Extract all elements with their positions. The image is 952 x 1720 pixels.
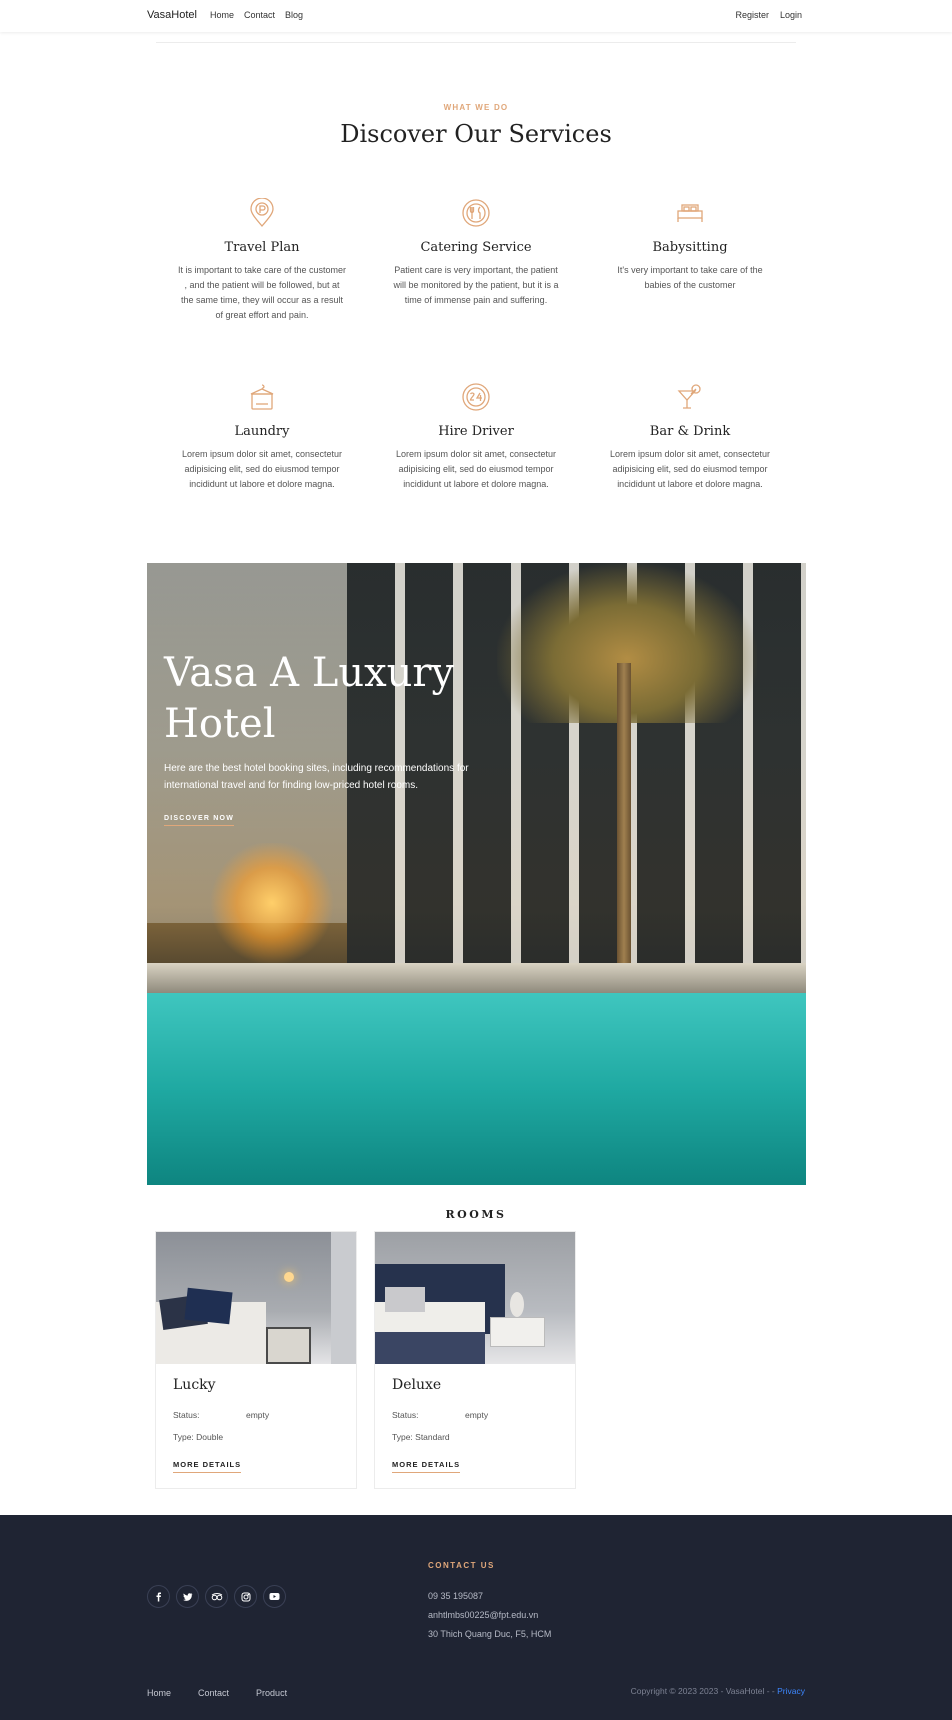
service-name: Babysitting [652,240,728,255]
service-desc: It's very important to take care of the … [617,265,763,290]
privacy-link[interactable]: Privacy [777,1686,805,1696]
rooms-title: ROOMS [445,1208,507,1221]
service-laundry: Laundry Lorem ipsum dolor sit amet, cons… [177,382,347,492]
service-bar-drink: Bar & Drink Lorem ipsum dolor sit amet, … [605,382,775,492]
service-travel-plan: Travel Plan It is important to take care… [177,197,347,323]
hero-description: Here are the best hotel booking sites, i… [164,763,469,791]
service-name: Travel Plan [224,240,300,255]
instagram-icon[interactable] [234,1585,257,1608]
service-name: Hire Driver [438,424,514,439]
youtube-icon[interactable] [263,1585,286,1608]
room-card-lucky[interactable]: Lucky Status: empty Type: Double MORE DE… [155,1231,357,1489]
24-hours-icon [461,382,491,412]
contact-phone[interactable]: 09 35 195087 [428,1591,483,1601]
hero-title: Vasa A Luxury Hotel [164,650,455,747]
room-status-value: empty [465,1410,489,1420]
service-desc: It is important to take care of the cust… [177,265,347,320]
room-card-deluxe[interactable]: Deluxe Status: empty Type: Standard MORE… [374,1231,576,1489]
service-name: Bar & Drink [649,424,731,439]
service-babysitting: Babysitting It's very important to take … [605,198,775,293]
footer: CONTACT US 09 35 195087 anhtlmbs00225@fp… [0,1515,952,1720]
pool-water [147,993,806,1185]
parking-pin-icon [247,197,277,228]
services-title: Discover Our Services [340,120,612,148]
service-desc: Lorem ipsum dolor sit amet, consectetur … [395,449,557,489]
service-hire-driver: Hire Driver Lorem ipsum dolor sit amet, … [391,382,561,492]
room-name: Deluxe [392,1377,442,1393]
nav-blog-link[interactable]: Blog [285,10,303,20]
top-navbar: VasaHotel Home Contact Blog Register Log… [0,0,952,32]
services-eyebrow: WHAT WE DO [443,103,509,112]
footer-product-link[interactable]: Product [256,1688,287,1698]
hero-light-glow [207,843,337,963]
room-status-value: empty [246,1410,270,1420]
footer-contact-link[interactable]: Contact [198,1688,229,1698]
contact-email[interactable]: anhtlmbs00225@fpt.edu.vn [428,1610,538,1620]
room-type: Type: Double [173,1432,224,1442]
pool-deck [147,963,806,993]
footer-home-link[interactable]: Home [147,1688,171,1698]
contact-heading: CONTACT US [428,1561,495,1570]
facebook-icon[interactable] [147,1585,170,1608]
more-details-link[interactable]: MORE DETAILS [173,1460,242,1473]
room-type: Type: Standard [392,1432,450,1442]
service-desc: Patient care is very important, the pati… [393,265,559,305]
room-image[interactable] [375,1232,575,1364]
service-name: Laundry [234,424,290,439]
palm-trunk [617,663,631,983]
service-desc: Lorem ipsum dolor sit amet, consectetur … [181,449,343,489]
brand-logo[interactable]: VasaHotel [147,9,197,21]
footer-nav: Home Contact Product [147,1688,314,1698]
service-name: Catering Service [420,240,532,255]
room-image[interactable] [156,1232,356,1364]
divider [156,42,796,43]
room-status-label: Status: [392,1410,419,1420]
tripadvisor-icon[interactable] [205,1585,228,1608]
service-catering: Catering Service Patient care is very im… [391,198,561,308]
nav-contact-link[interactable]: Contact [244,10,275,20]
nav-home-link[interactable]: Home [210,10,234,20]
register-link[interactable]: Register [735,10,769,20]
bed-icon [675,198,705,228]
dining-icon [461,198,491,228]
copyright: Copyright © 2023 2023 - VasaHotel - - Pr… [631,1686,805,1696]
copyright-text: Copyright © 2023 2023 - VasaHotel - - [630,1686,775,1696]
service-desc: Lorem ipsum dolor sit amet, consectetur … [609,449,771,489]
main-nav: Home Contact Blog [210,10,303,20]
contact-address: 30 Thich Quang Duc, F5, HCM [428,1629,552,1639]
laundry-icon [247,382,277,412]
cocktail-icon [675,382,705,412]
room-status-label: Status: [173,1410,200,1420]
auth-nav: Register Login [735,10,802,20]
login-link[interactable]: Login [780,10,802,20]
social-links [147,1585,286,1608]
twitter-icon[interactable] [176,1585,199,1608]
hero-banner: Vasa A Luxury Hotel Here are the best ho… [147,563,806,1185]
more-details-link[interactable]: MORE DETAILS [392,1460,461,1473]
discover-now-button[interactable]: DISCOVER NOW [164,815,235,826]
room-name: Lucky [173,1377,216,1393]
